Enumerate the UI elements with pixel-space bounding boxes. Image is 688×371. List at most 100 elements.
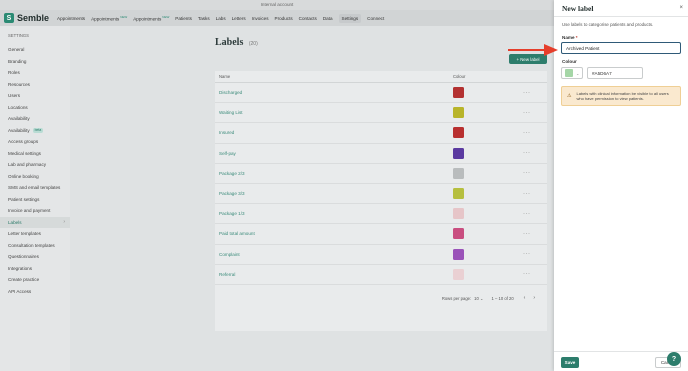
sidebar-item-invoice-and-payment[interactable]: Invoice and payment: [0, 205, 70, 217]
semble-logo-icon: S: [4, 13, 14, 23]
nav-item-label: Connect: [367, 15, 385, 21]
sidebar-item-locations[interactable]: Locations: [0, 102, 70, 114]
label-name-link[interactable]: Waiting List: [215, 110, 453, 115]
sidebar-item-general[interactable]: General: [0, 44, 70, 56]
nav-item-appointments[interactable]: AppointmentsNEW: [133, 15, 169, 22]
sidebar-item-branding[interactable]: Branding: [0, 56, 70, 68]
main-content: Labels (20) + New label Name Colour Disc…: [70, 26, 554, 371]
name-input[interactable]: [561, 42, 681, 54]
rows-per-page-select[interactable]: 10 ⌄: [474, 296, 483, 301]
sidebar-item-availability[interactable]: Availability: [0, 113, 70, 125]
colour-hex-input[interactable]: #A5D6A7: [587, 67, 643, 79]
more-options-icon[interactable]: ···: [523, 271, 531, 277]
nav-item-appointments[interactable]: AppointmentsNEW: [91, 15, 127, 22]
sidebar-item-label: Consultation templates: [8, 242, 55, 248]
sidebar-item-medical-settings[interactable]: Medical settings: [0, 148, 70, 160]
colour-swatch: [453, 248, 464, 260]
colour-swatch: [453, 228, 464, 240]
previous-page-button[interactable]: ‹: [524, 295, 526, 301]
drawer-title: New label: [562, 4, 594, 13]
label-name-link[interactable]: Discharged: [215, 90, 453, 95]
table-row: Complaint ···: [215, 245, 547, 265]
sidebar-item-sms-and-email-templates[interactable]: SMS and email templates: [0, 182, 70, 194]
sidebar-item-api-access[interactable]: API Access: [0, 286, 70, 298]
label-name-link[interactable]: Insured: [215, 130, 453, 135]
arrow-head: [544, 44, 558, 56]
label-name-link[interactable]: Package 1/3: [215, 211, 453, 216]
sidebar-item-patient-settings[interactable]: Patient settings: [0, 194, 70, 206]
table-row: Waiting List ···: [215, 103, 547, 124]
nav-item-connect[interactable]: Connect: [367, 16, 384, 21]
help-button[interactable]: ?: [667, 352, 681, 366]
nav-item-invoices[interactable]: Invoices: [252, 16, 269, 21]
label-name-link[interactable]: Package 3/3: [215, 191, 453, 196]
nav-item-contacts[interactable]: Contacts: [299, 16, 317, 21]
label-name-link[interactable]: Self-pay: [215, 151, 453, 156]
column-header-name[interactable]: Name: [215, 74, 453, 79]
more-options-icon[interactable]: ···: [523, 191, 531, 197]
label-name-link[interactable]: Package 2/3: [215, 171, 453, 176]
sidebar-item-label: Integrations: [8, 265, 33, 271]
more-options-icon[interactable]: ···: [523, 130, 531, 136]
sidebar-item-label: Patient settings: [8, 196, 40, 202]
nav-item-patients[interactable]: Patients: [175, 16, 192, 21]
colour-swatch: [453, 87, 464, 99]
rows-per-page-value: 10: [474, 295, 479, 301]
sidebar-item-questionnaires[interactable]: Questionnaires: [0, 251, 70, 263]
sidebar-item-label: Lab and pharmacy: [8, 162, 47, 167]
colour-cell: [453, 127, 523, 139]
nav-items: Appointments AppointmentsNEW AppointmentsN…: [57, 13, 390, 23]
sidebar-item-label: Access groups: [8, 139, 39, 144]
nav-item-settings[interactable]: Settings: [338, 13, 362, 23]
label-name-link[interactable]: Referral: [215, 272, 453, 277]
nav-item-tasks[interactable]: Tasks: [198, 16, 210, 21]
sidebar-item-availability[interactable]: Availability beta: [0, 125, 70, 137]
nav-item-labs[interactable]: Labs: [216, 16, 226, 21]
nav-item-letters[interactable]: Letters: [232, 16, 246, 21]
nav-item-appointments[interactable]: Appointments: [57, 16, 85, 21]
sidebar-item-lab-and-pharmacy[interactable]: Lab and pharmacy: [0, 159, 70, 171]
new-badge: NEW: [162, 14, 170, 19]
sidebar-item-label: API Access: [8, 288, 32, 294]
nav-item-data[interactable]: Data: [323, 16, 333, 21]
label-name-link[interactable]: Paid total amount: [215, 231, 453, 236]
colour-picker-button[interactable]: ⌄: [561, 67, 583, 79]
more-options-icon[interactable]: ···: [523, 251, 531, 257]
sidebar-item-label: Resources: [8, 81, 30, 87]
beta-badge: beta: [32, 127, 44, 133]
close-icon[interactable]: ×: [679, 5, 683, 11]
table-row: Self-pay ···: [215, 144, 547, 164]
next-page-button[interactable]: ›: [533, 295, 535, 301]
label-name-link[interactable]: Complaint: [215, 252, 453, 257]
more-options-icon[interactable]: ···: [523, 90, 531, 96]
internal-account-text: Internal account: [260, 2, 294, 7]
brand[interactable]: S Semble: [4, 13, 49, 23]
sidebar-item-create-practice[interactable]: Create practice: [0, 274, 70, 286]
rows-per-page-label: Rows per page:: [441, 295, 472, 301]
colour-cell: [453, 147, 523, 159]
colour-swatch: [453, 107, 464, 119]
sidebar-item-users[interactable]: Users: [0, 90, 70, 102]
save-button[interactable]: Save: [561, 357, 579, 368]
more-options-icon[interactable]: ···: [523, 110, 531, 116]
sidebar-item-letter-templates[interactable]: Letter templates: [0, 228, 70, 240]
sidebar-item-resources[interactable]: Resources: [0, 79, 70, 91]
nav-item-label: Invoices: [251, 15, 269, 21]
name-field-label: Name *: [562, 35, 578, 40]
more-options-icon[interactable]: ···: [523, 231, 531, 237]
sidebar-item-consultation-templates[interactable]: Consultation templates: [0, 240, 70, 252]
more-options-icon[interactable]: ···: [523, 150, 531, 156]
more-options-icon[interactable]: ···: [523, 211, 531, 217]
sidebar-item-label: SMS and email templates: [8, 185, 61, 190]
sidebar-item-online-booking[interactable]: Online booking: [0, 171, 70, 183]
table-row: Insured ···: [215, 123, 547, 144]
sidebar-item-label: Users: [8, 93, 20, 98]
sidebar-item-roles[interactable]: Roles: [0, 67, 70, 79]
nav-item-products[interactable]: Products: [275, 16, 293, 21]
sidebar-item-integrations[interactable]: Integrations: [0, 263, 70, 275]
table-header: Name Colour: [215, 71, 547, 83]
colour-cell: [453, 248, 523, 260]
more-options-icon[interactable]: ···: [523, 170, 531, 176]
sidebar-item-access-groups[interactable]: Access groups: [0, 136, 70, 148]
sidebar-item-labels[interactable]: Labels ›: [0, 216, 70, 228]
